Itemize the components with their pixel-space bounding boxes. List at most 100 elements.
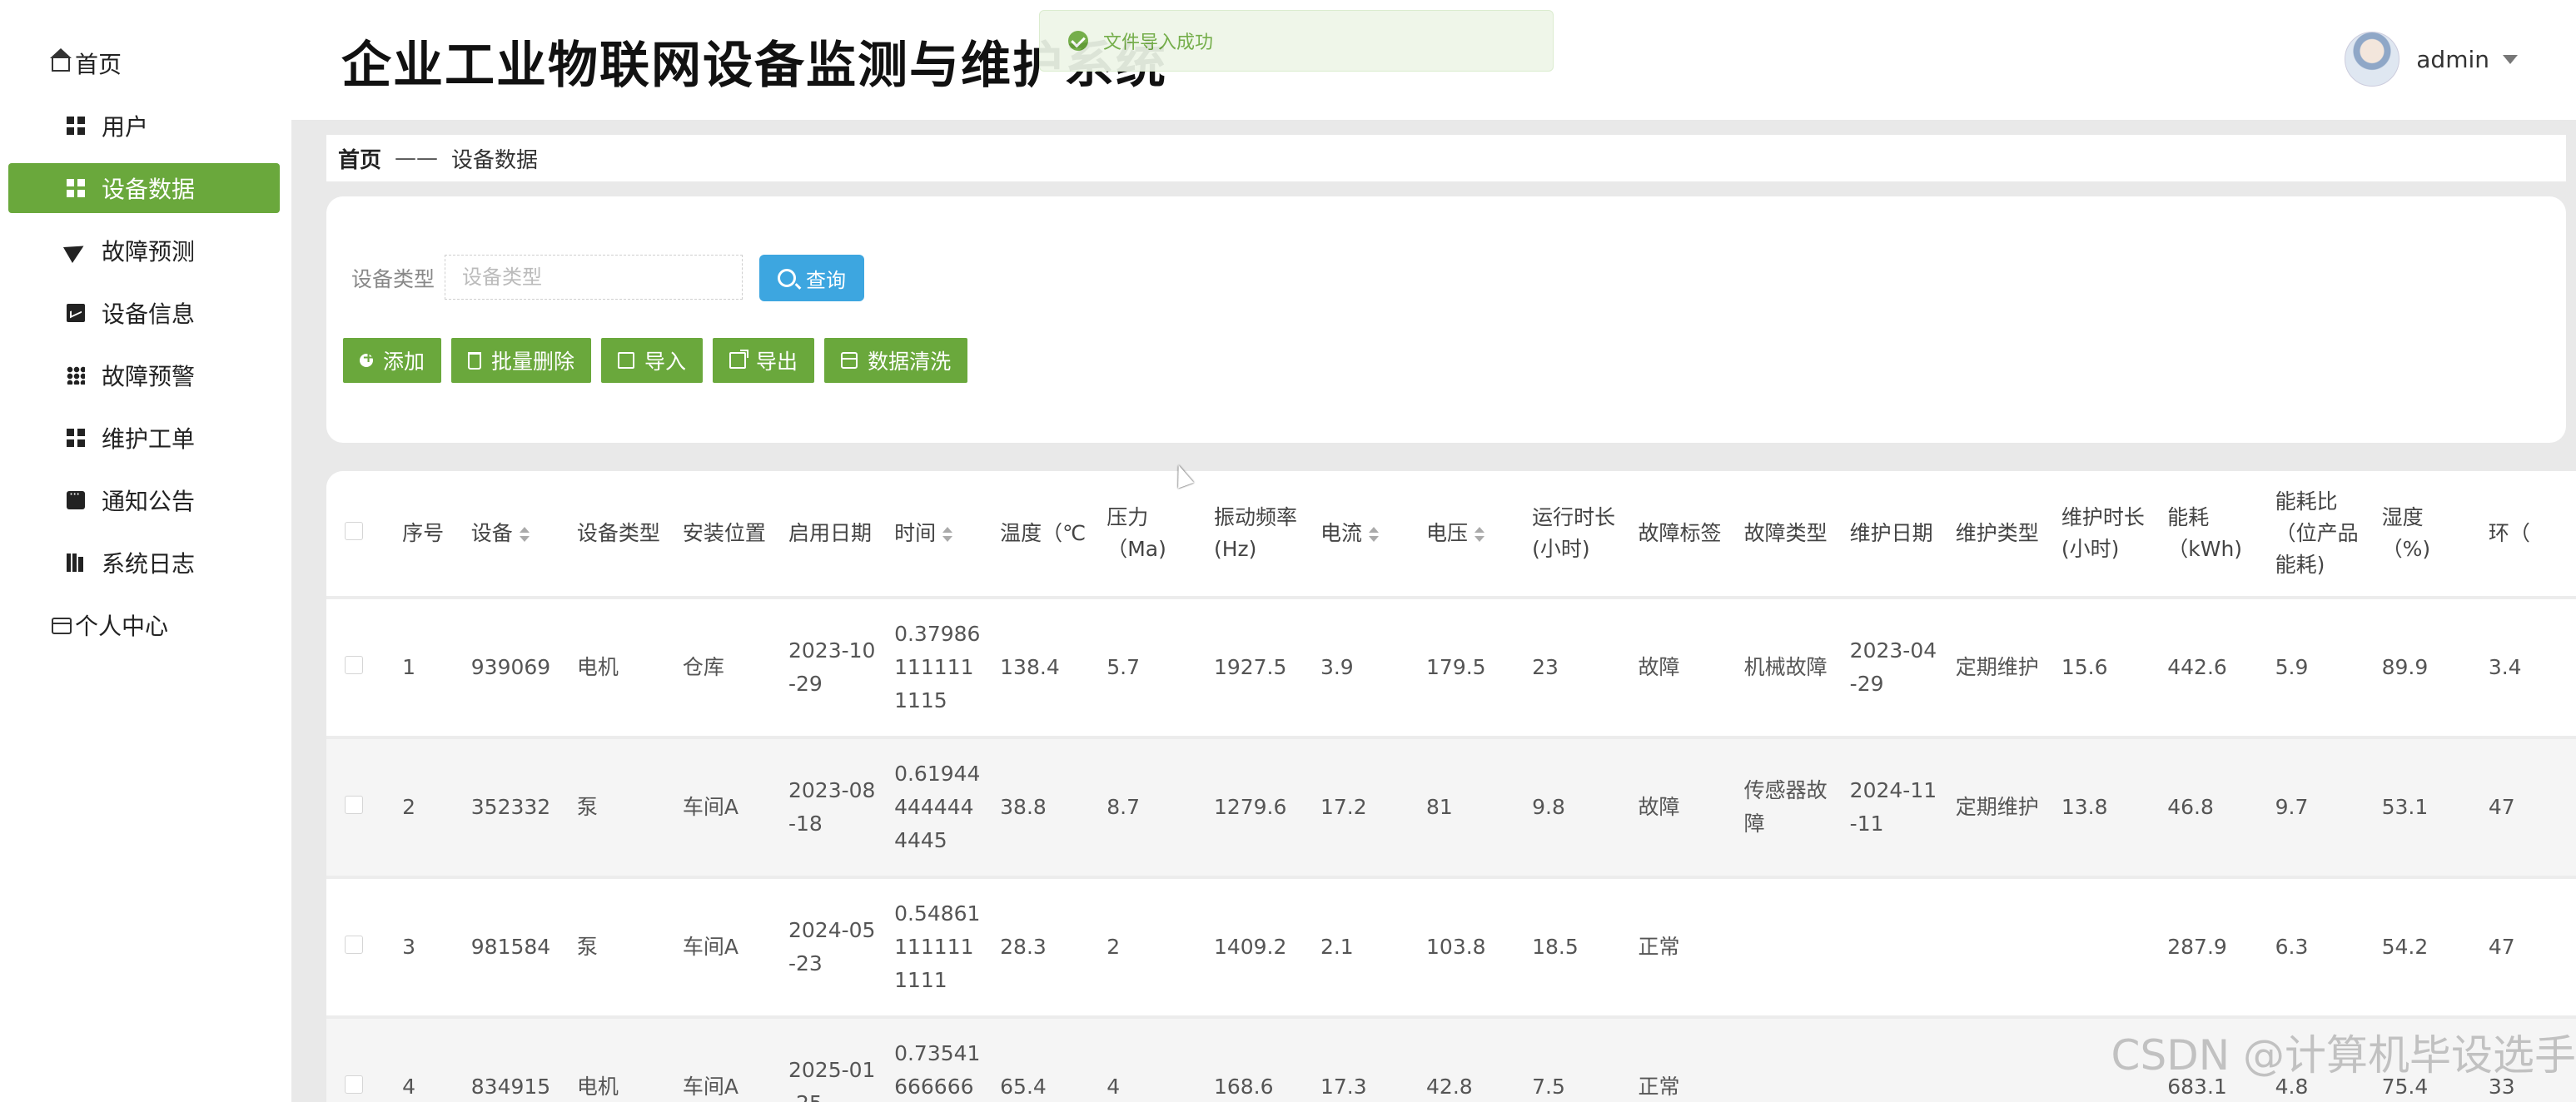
- table-cell: 机械故障: [1725, 596, 1832, 737]
- table-cell: 81: [1408, 736, 1514, 877]
- table-header: 维护时长(小时): [2042, 471, 2150, 598]
- sidebar-item-work-orders[interactable]: 维护工单: [8, 413, 280, 463]
- breadcrumb-current: 设备数据: [451, 147, 539, 173]
- chat-icon: [67, 486, 85, 509]
- sidebar-item-label: 系统日志: [102, 550, 196, 578]
- table-cell: 定期维护: [1937, 736, 2043, 877]
- add-button-label: 添加: [383, 350, 425, 374]
- table-cell: 981584: [452, 876, 559, 1017]
- import-icon: [618, 352, 635, 369]
- sort-icon[interactable]: [942, 527, 953, 542]
- table-row[interactable]: 2 352332 泵 车间A 2023-08-18 0.619444444444…: [326, 736, 2576, 877]
- table-cell: 车间A: [664, 1015, 770, 1102]
- table-cell: 138.4: [982, 596, 1089, 737]
- table-header: 环（: [2469, 471, 2576, 598]
- table-header: 湿度（%): [2363, 471, 2470, 598]
- export-button[interactable]: 导出: [713, 338, 815, 383]
- data-clean-button[interactable]: 数据清洗: [824, 338, 968, 383]
- table-cell: 23: [1514, 596, 1620, 737]
- sidebar-item-fault-warning[interactable]: 故障预警: [8, 350, 280, 400]
- sidebar-item-device-info[interactable]: 设备信息: [8, 288, 280, 338]
- table-header: 运行时长(小时): [1514, 471, 1620, 598]
- table-cell: 38.8: [982, 736, 1089, 877]
- table-cell: 9.7: [2256, 736, 2364, 877]
- sidebar-item-label: 维护工单: [102, 425, 196, 453]
- query-button[interactable]: 查询: [759, 255, 864, 301]
- batch-delete-button[interactable]: 批量删除: [451, 338, 592, 383]
- select-all-checkbox[interactable]: [345, 522, 363, 540]
- table-header: 温度（℃: [982, 471, 1089, 598]
- sort-icon[interactable]: [1474, 527, 1485, 542]
- sort-icon[interactable]: [1368, 527, 1379, 542]
- table-header: 维护日期: [1831, 471, 1937, 598]
- row-select[interactable]: [326, 1015, 385, 1102]
- sidebar-item-label: 用户: [102, 113, 149, 141]
- card-icon: [52, 618, 72, 634]
- row-select[interactable]: [326, 876, 385, 1017]
- table-header-sortable[interactable]: 时间: [876, 471, 982, 598]
- table-row[interactable]: 3 981584 泵 车间A 2024-05-23 0.548611111111…: [326, 876, 2576, 1017]
- table-cell: [1831, 1015, 1937, 1102]
- row-select[interactable]: [326, 736, 385, 877]
- table-cell: 179.5: [1408, 596, 1514, 737]
- caret-down-icon: [2503, 54, 2518, 64]
- table-cell: 2: [384, 736, 453, 877]
- table-row[interactable]: 1 939069 电机 仓库 2023-10-29 0.379861111111…: [326, 596, 2576, 737]
- breadcrumb-separator: ——: [395, 146, 439, 171]
- sidebar-item-users[interactable]: 用户: [8, 101, 280, 151]
- table-header-sortable[interactable]: 设备: [452, 471, 559, 598]
- device-type-input[interactable]: [445, 255, 743, 300]
- apps-icon: [67, 366, 85, 385]
- row-checkbox[interactable]: [345, 936, 363, 954]
- table-cell: 2023-10-29: [770, 596, 877, 737]
- sort-icon[interactable]: [519, 527, 530, 542]
- table-cell: 5.9: [2256, 596, 2364, 737]
- plus-circle-icon: [360, 349, 375, 367]
- trash-icon: [468, 351, 482, 370]
- table-cell: 定期维护: [1937, 596, 2043, 737]
- table-cell: [2042, 876, 2150, 1017]
- table-cell: 47: [2469, 876, 2576, 1017]
- check-circle-icon: [1068, 31, 1088, 51]
- table-cell: 17.2: [1301, 736, 1409, 877]
- table-header-label: 时间: [894, 521, 937, 545]
- user-menu[interactable]: admin: [2345, 32, 2518, 87]
- table-header-sortable[interactable]: 电压: [1408, 471, 1514, 598]
- header-select-all[interactable]: [326, 471, 385, 598]
- table-cell: 9.8: [1514, 736, 1620, 877]
- row-select[interactable]: [326, 596, 385, 737]
- table-cell: 939069: [452, 596, 559, 737]
- watermark: CSDN @计算机毕设选手: [2111, 1031, 2576, 1080]
- table-cell: 故障: [1619, 736, 1726, 877]
- row-checkbox[interactable]: [345, 656, 363, 674]
- import-button[interactable]: 导入: [601, 338, 704, 383]
- table-cell: 3: [384, 876, 453, 1017]
- table-cell: 0.548611111111111: [876, 876, 982, 1017]
- table-cell: 4: [384, 1015, 453, 1102]
- sidebar-item-system-log[interactable]: 系统日志: [8, 538, 280, 588]
- add-button[interactable]: 添加: [343, 338, 442, 383]
- table-header-label: 电流: [1320, 521, 1362, 545]
- table-header-sortable[interactable]: 电流: [1301, 471, 1409, 598]
- table-cell: 2: [1088, 876, 1196, 1017]
- row-checkbox[interactable]: [345, 796, 363, 814]
- sidebar-item-device-data[interactable]: 设备数据: [8, 163, 280, 213]
- sidebar-item-label: 故障预测: [102, 238, 196, 266]
- sidebar-item-home[interactable]: 首页: [8, 38, 280, 88]
- sidebar-item-profile[interactable]: 个人中心: [8, 600, 280, 650]
- data-clean-label: 数据清洗: [868, 350, 952, 374]
- chart-icon: [67, 304, 85, 322]
- breadcrumb: 首页 —— 设备数据: [326, 135, 2566, 181]
- table-cell: 车间A: [664, 876, 770, 1017]
- grid-icon: [67, 429, 85, 447]
- sidebar-item-label: 个人中心: [75, 613, 169, 640]
- sidebar-item-label: 故障预警: [102, 363, 196, 390]
- row-checkbox[interactable]: [345, 1075, 363, 1094]
- breadcrumb-home[interactable]: 首页: [338, 143, 381, 174]
- sidebar-item-label: 设备数据: [102, 176, 196, 203]
- sidebar-item-fault-prediction[interactable]: 故障预测: [8, 226, 280, 276]
- table-cell: 17.3: [1301, 1015, 1409, 1102]
- table-cell: 泵: [558, 736, 664, 877]
- table-cell: 车间A: [664, 736, 770, 877]
- sidebar-item-announcements[interactable]: 通知公告: [8, 475, 280, 525]
